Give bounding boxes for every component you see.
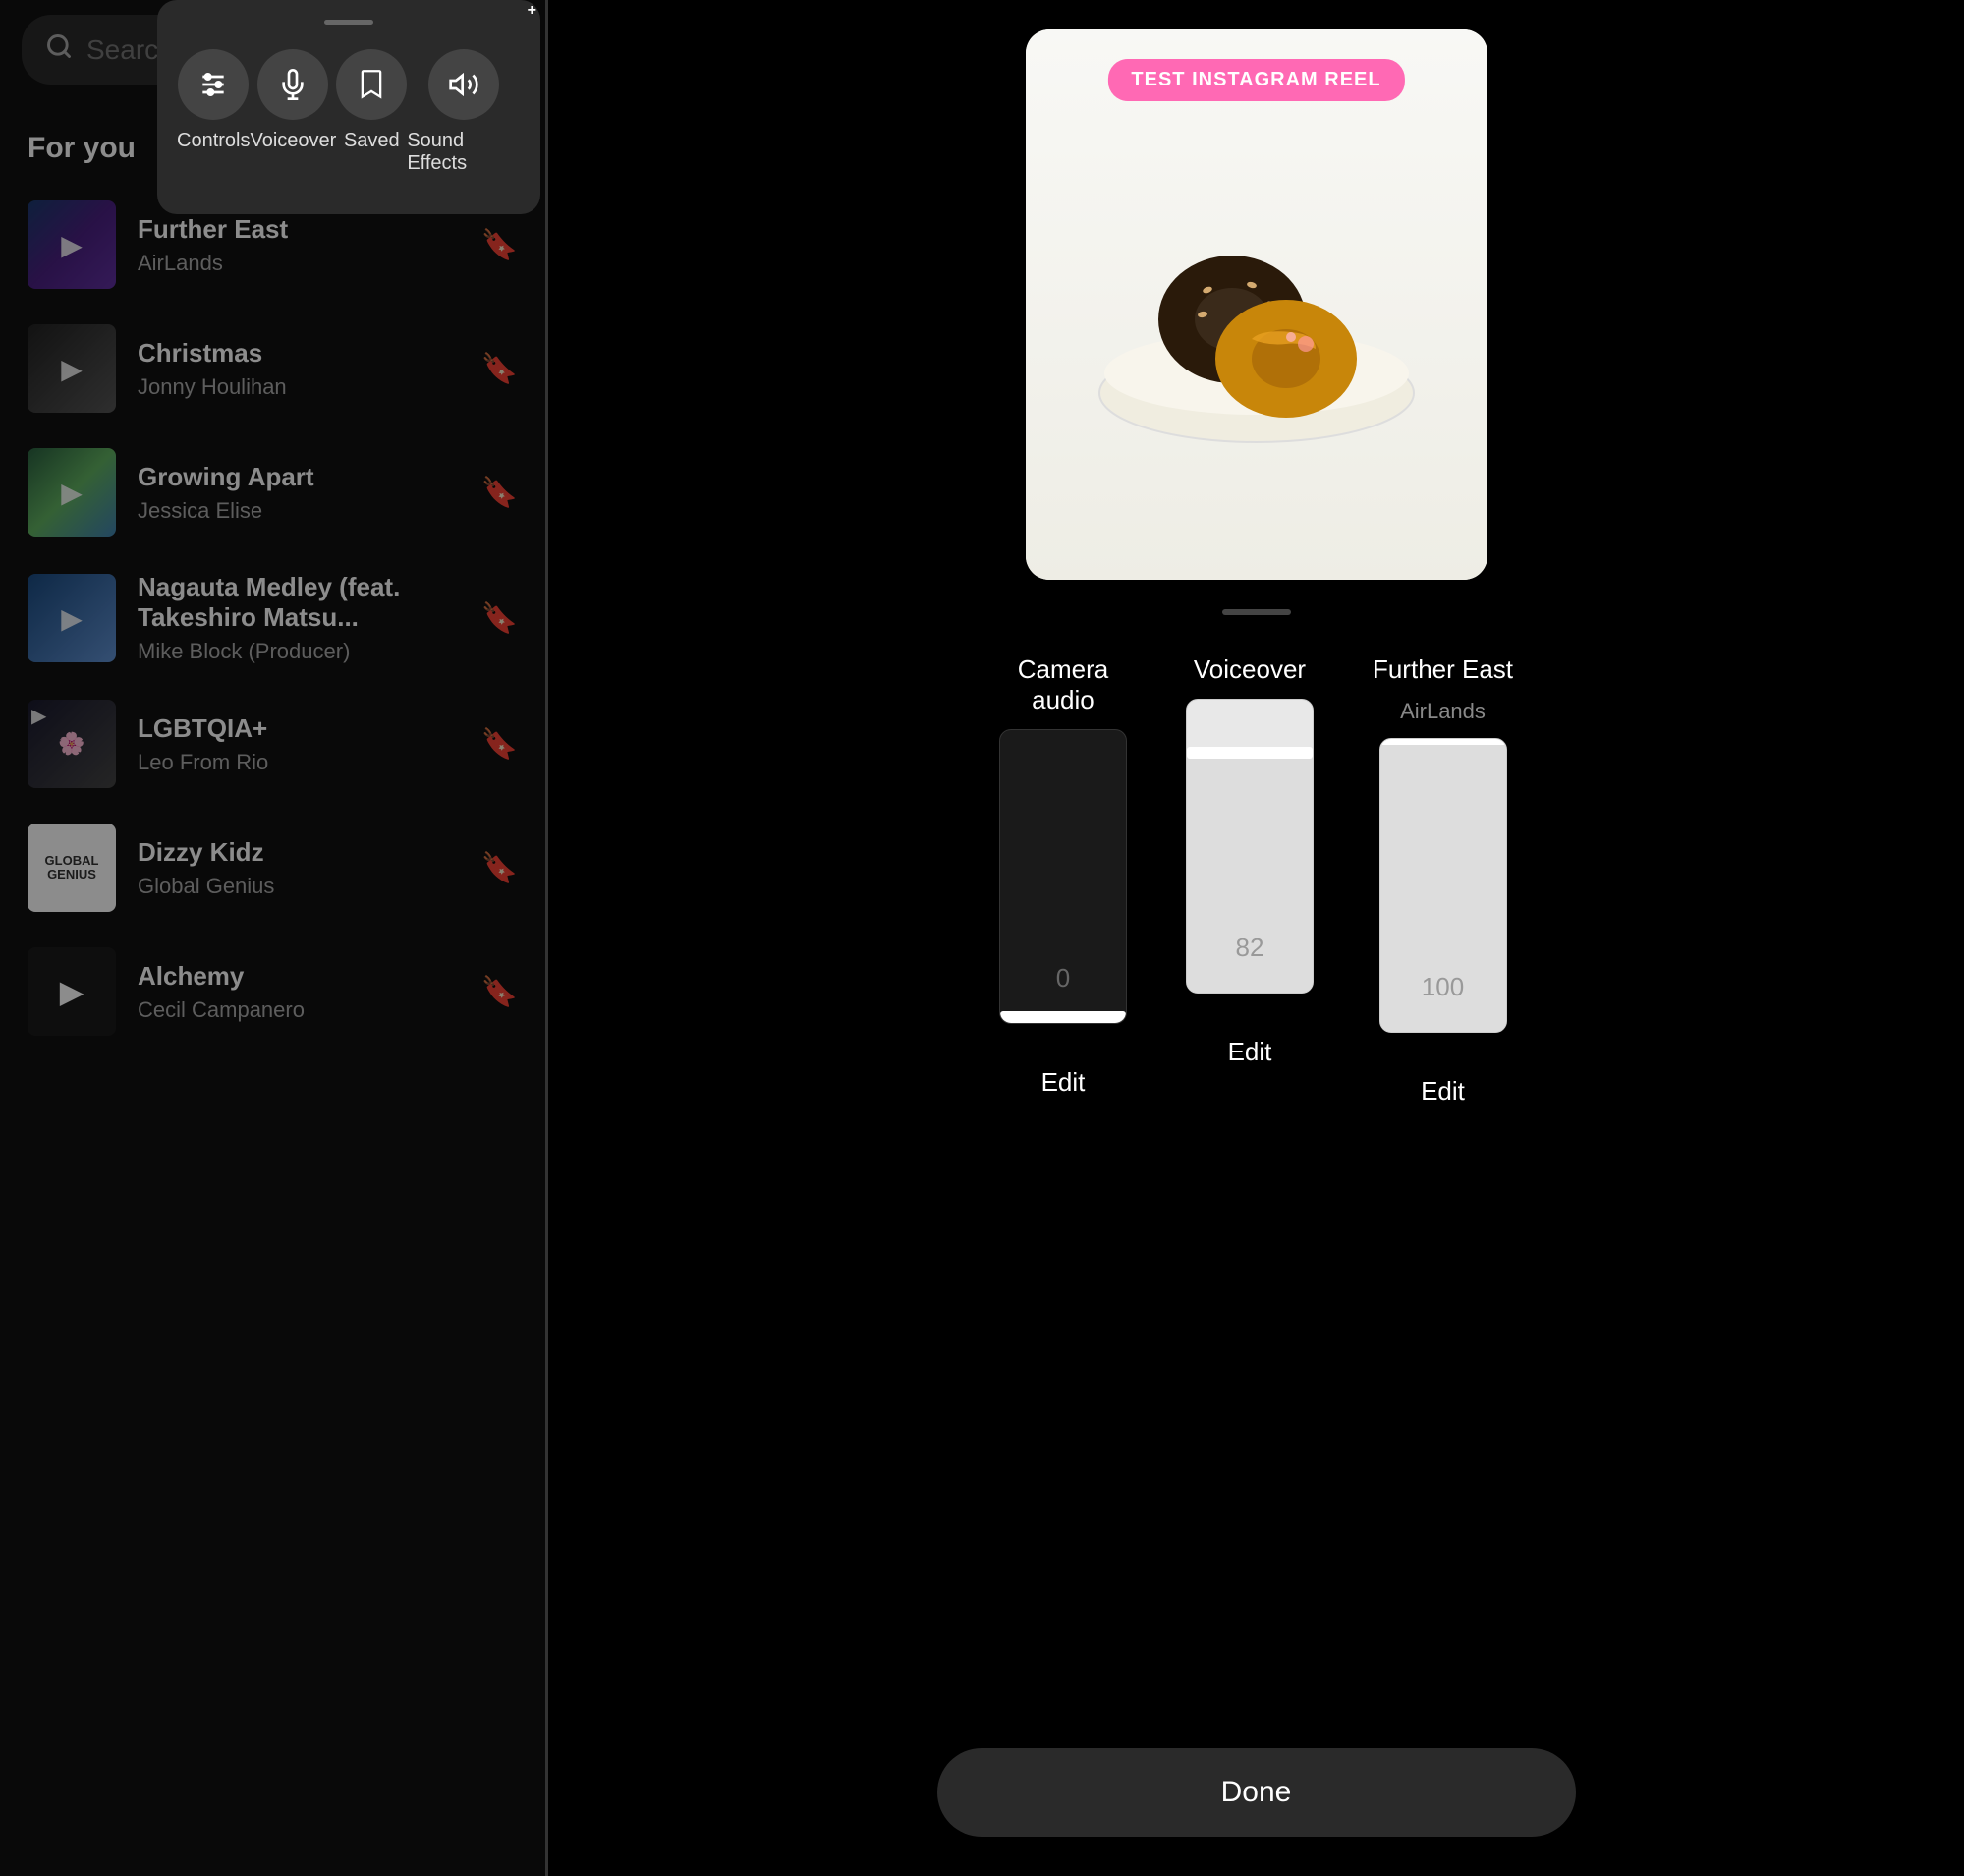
camera-audio-label: Cameraaudio [1018,654,1108,715]
voiceover-volume-number: 82 [1236,933,1264,963]
song-artist: Jessica Elise [138,498,481,524]
song-artist: Cecil Campanero [138,997,481,1023]
list-item[interactable]: ▶ Christmas Jonny Houlihan 🔖 [0,307,545,430]
list-item[interactable]: 🌸 ▶ LGBTQIA+ Leo From Rio 🔖 [0,682,545,806]
song-artist: Leo From Rio [138,750,481,775]
icon-row: Controls Voiceover [157,49,540,175]
voiceover-label: Voiceover [1194,654,1306,685]
song-thumbnail: ▶ [28,947,116,1036]
donut-illustration [1080,138,1433,472]
camera-audio-track: Cameraaudio 0 Edit [999,654,1127,1107]
bookmark-icon[interactable]: 🔖 [481,975,518,1009]
bookmark-icon[interactable]: 🔖 [481,851,518,885]
song-title: Alchemy [138,961,481,992]
right-sheet-handle [1222,609,1291,615]
voiceover-track: Voiceover 82 Edit [1186,654,1314,1107]
play-icon: ▶ [61,477,83,509]
left-panel: For you See more ▶ Further East AirLands… [0,0,545,1876]
bottom-sheet: Controls Voiceover [157,0,540,214]
play-icon: ▶ [31,704,46,728]
bookmark-icon[interactable]: 🔖 [481,476,518,510]
list-item[interactable]: GLOBALGENIUS Dizzy Kidz Global Genius 🔖 [0,806,545,930]
further-east-volume-track: 100 [1379,738,1507,1033]
further-east-volume-slider[interactable]: 100 [1379,738,1507,1052]
further-east-edit-button[interactable]: Edit [1421,1076,1465,1107]
voiceover-label: Voiceover [250,130,336,152]
voiceover-volume-thumb[interactable] [1187,747,1313,759]
song-thumbnail: ▶ [28,448,116,537]
done-button[interactable]: Done [937,1748,1576,1837]
sidebar-item-sound-effects[interactable]: + Sound Effects [407,49,521,175]
song-title: Christmas [138,338,481,369]
song-info: Further East AirLands [138,214,481,276]
song-thumbnail: ▶ [28,574,116,662]
list-item[interactable]: ▶ Growing Apart Jessica Elise 🔖 [0,430,545,554]
sidebar-item-voiceover[interactable]: Voiceover [250,49,336,175]
voiceover-icon [257,49,328,120]
phone-content: TEST INSTAGRAM REEL [1026,29,1487,580]
for-you-title: For you [28,132,136,165]
song-title: Further East [138,214,481,245]
song-artist: AirLands [138,251,481,276]
song-info: Christmas Jonny Houlihan [138,338,481,400]
voiceover-edit-button[interactable]: Edit [1228,1037,1272,1067]
camera-volume-thumb[interactable] [1000,1011,1126,1023]
bookmark-icon[interactable]: 🔖 [481,601,518,636]
further-east-sublabel: AirLands [1400,699,1486,724]
sidebar-item-controls[interactable]: Controls [177,49,250,175]
bookmark-icon[interactable]: 🔖 [481,228,518,262]
song-title: Growing Apart [138,462,481,492]
song-info: Nagauta Medley (feat. Takeshiro Matsu...… [138,572,481,664]
voiceover-volume-slider[interactable]: 82 [1186,699,1314,1013]
song-title: Dizzy Kidz [138,837,481,868]
right-panel: TEST INSTAGRAM REEL [548,0,1964,1876]
song-thumbnail: 🌸 ▶ [28,700,116,788]
song-artist: Jonny Houlihan [138,374,481,400]
further-east-track: Further East AirLands 100 Edit [1373,654,1513,1107]
song-info: LGBTQIA+ Leo From Rio [138,713,481,775]
song-artist: Mike Block (Producer) [138,639,481,664]
song-title: LGBTQIA+ [138,713,481,744]
saved-label: Saved [344,130,400,152]
sheet-handle [324,20,373,25]
song-info: Growing Apart Jessica Elise [138,462,481,524]
further-east-volume-thumb[interactable] [1380,738,1506,745]
song-thumbnail: ▶ [28,200,116,289]
list-item[interactable]: ▶ Nagauta Medley (feat. Takeshiro Matsu.… [0,554,545,682]
further-east-label: Further East [1373,654,1513,685]
bookmark-icon[interactable]: 🔖 [481,727,518,762]
controls-icon [178,49,249,120]
song-info: Dizzy Kidz Global Genius [138,837,481,899]
camera-volume-slider[interactable]: 0 [999,729,1127,1044]
audio-controls: Cameraaudio 0 Edit Voiceover 82 [588,654,1925,1107]
sound-effects-icon: + [428,49,499,120]
song-title: Nagauta Medley (feat. Takeshiro Matsu... [138,572,481,633]
play-icon: ▶ [61,229,83,261]
camera-volume-number: 0 [1056,963,1070,994]
list-item[interactable]: ▶ Alchemy Cecil Campanero 🔖 [0,930,545,1053]
left-content: For you See more ▶ Further East AirLands… [0,108,545,1876]
bookmark-icon[interactable]: 🔖 [481,352,518,386]
reel-badge: TEST INSTAGRAM REEL [1107,59,1404,101]
sound-effects-label: Sound Effects [407,130,521,175]
song-info: Alchemy Cecil Campanero [138,961,481,1023]
search-icon [45,32,73,67]
sidebar-item-saved[interactable]: Saved [336,49,407,175]
phone-preview: TEST INSTAGRAM REEL [1026,29,1487,580]
controls-label: Controls [177,130,250,152]
camera-audio-edit-button[interactable]: Edit [1041,1067,1086,1098]
song-artist: Global Genius [138,874,481,899]
song-thumbnail: ▶ [28,324,116,413]
voiceover-volume-track: 82 [1186,699,1314,994]
camera-volume-track: 0 [999,729,1127,1024]
further-east-volume-number: 100 [1422,972,1464,1002]
song-list: ▶ Further East AirLands 🔖 ▶ Christmas Jo… [0,183,545,1053]
saved-icon [336,49,407,120]
play-icon: ▶ [61,602,83,635]
play-icon: ▶ [61,353,83,385]
song-thumbnail: GLOBALGENIUS [28,824,116,912]
